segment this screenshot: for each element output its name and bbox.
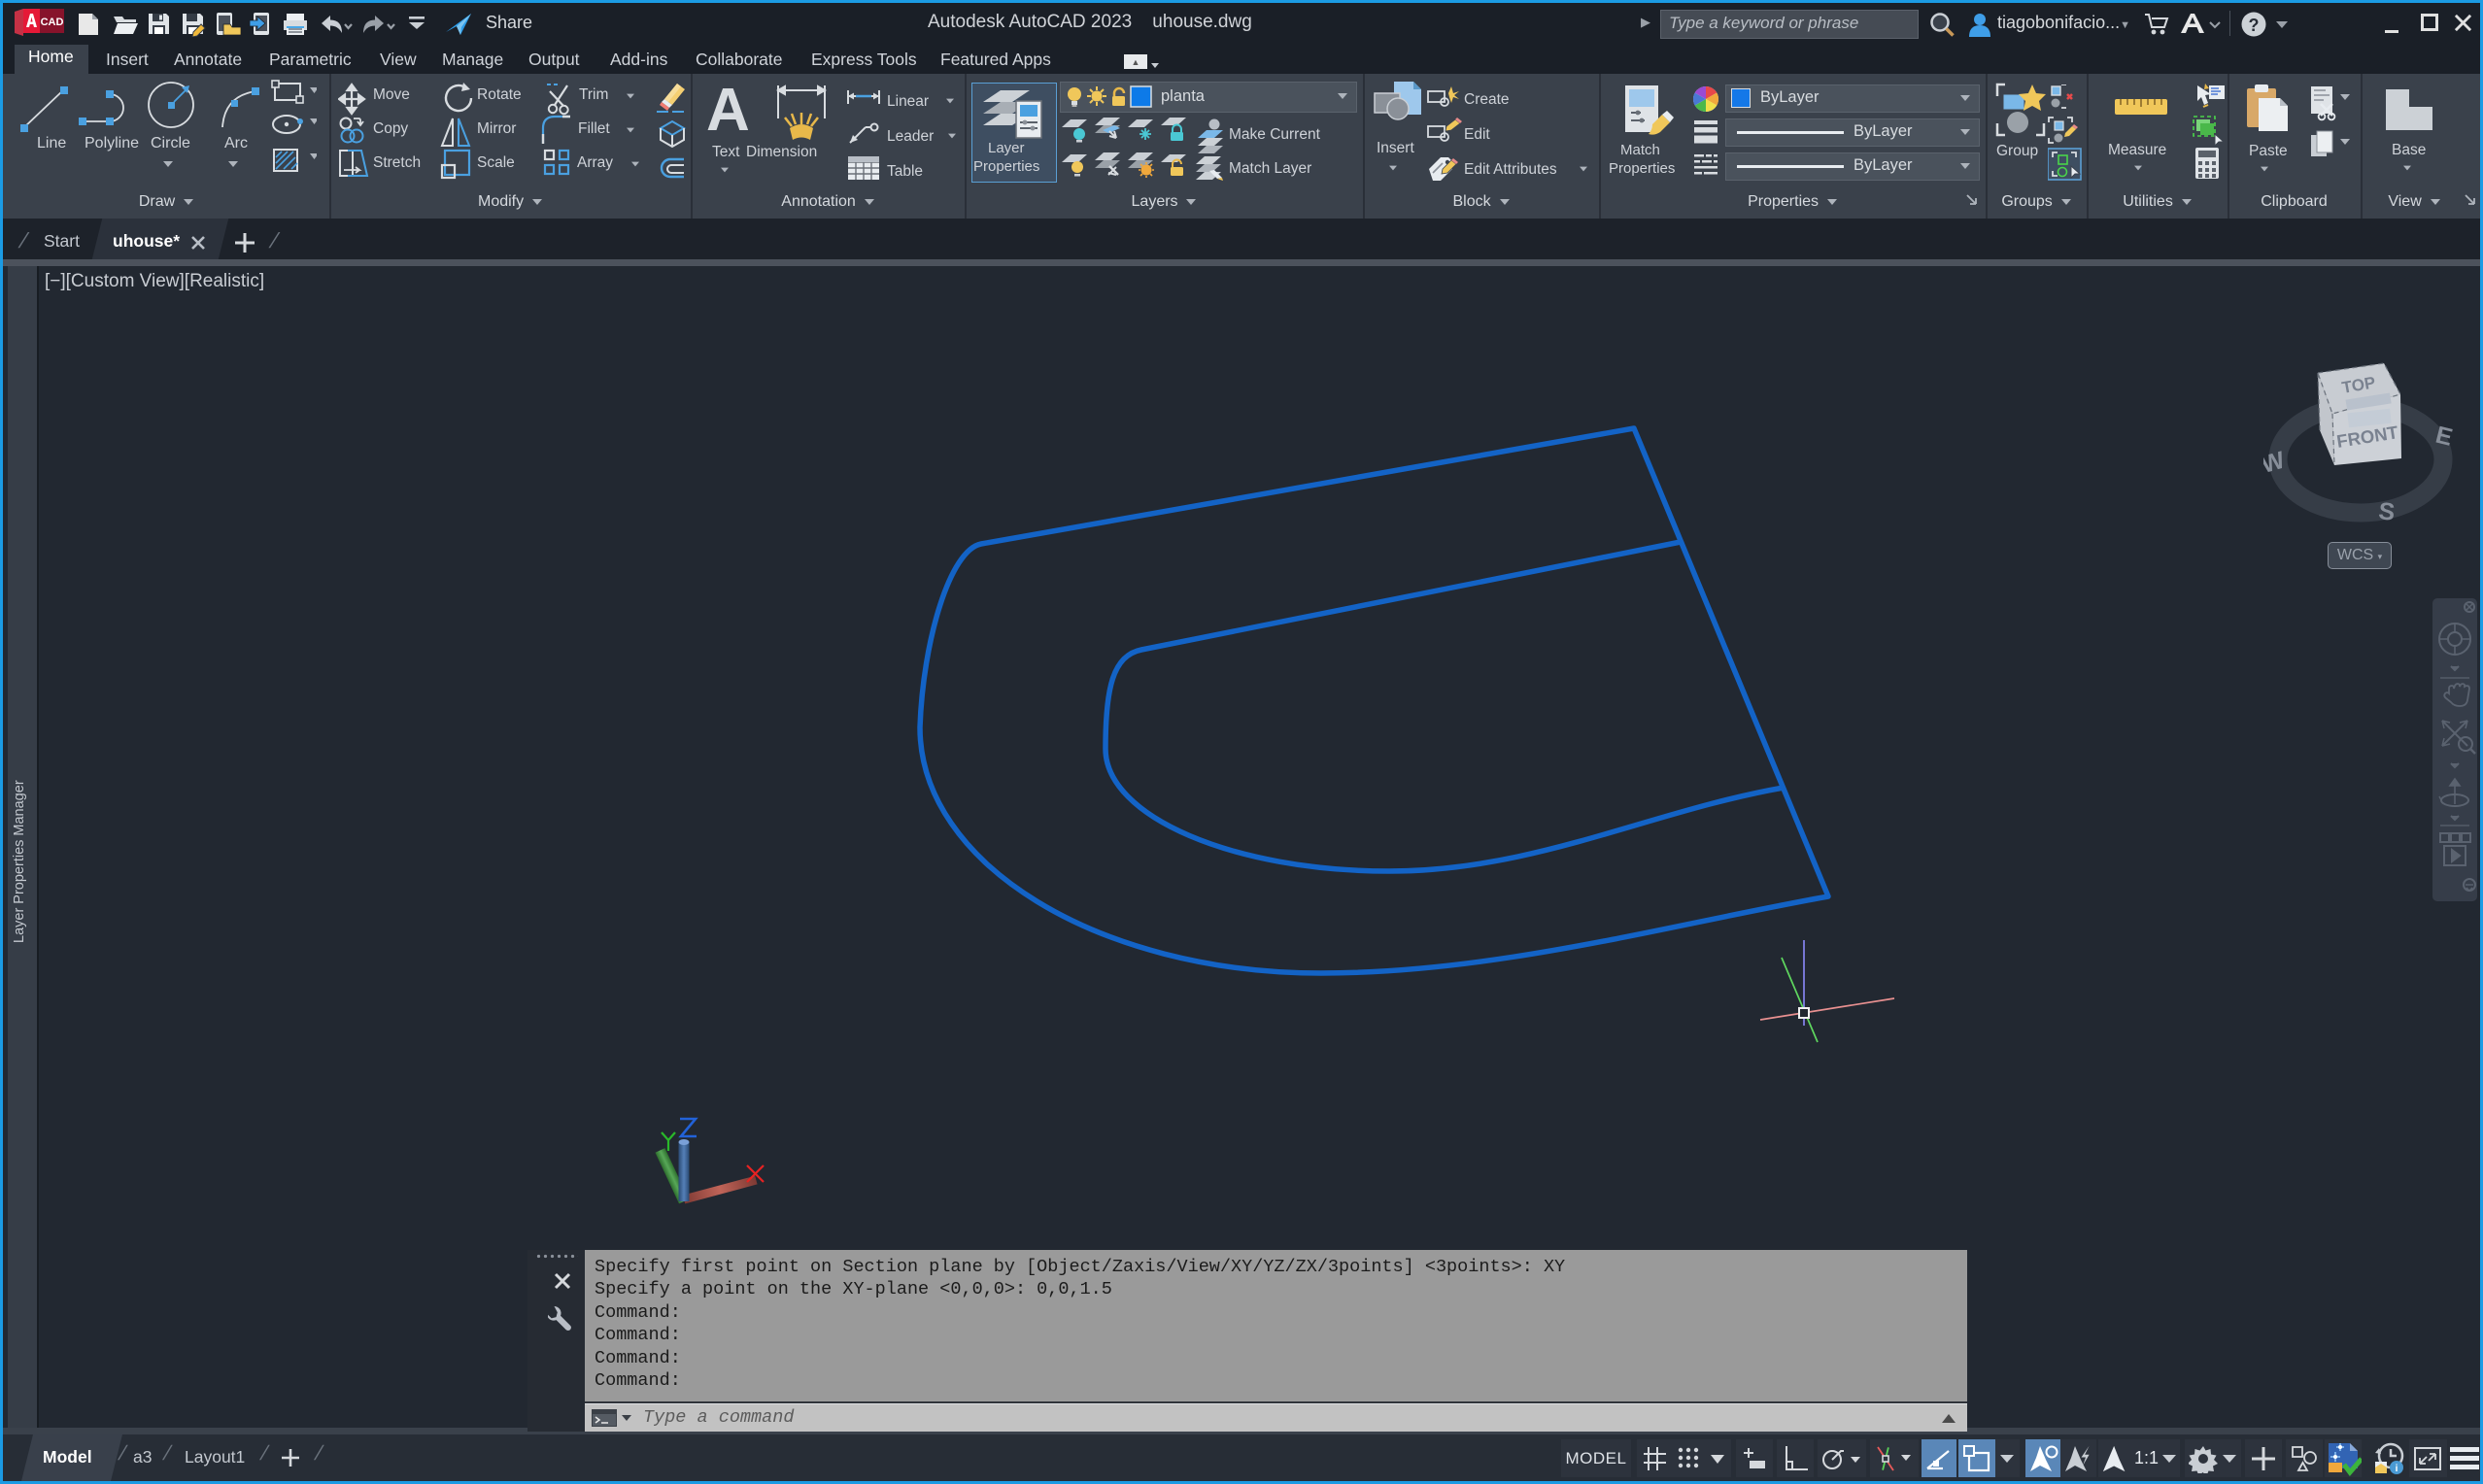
svg-text:Line: Line [37,135,66,152]
svg-text:CAD: CAD [41,17,64,28]
svg-text:S: S [2377,497,2397,526]
svg-text:Polyline: Polyline [85,135,139,152]
svg-text:?: ? [2249,16,2260,35]
svg-text:i: i [2396,1464,2398,1474]
svg-text:Circle: Circle [151,135,190,152]
svg-text:Arc: Arc [224,135,248,152]
